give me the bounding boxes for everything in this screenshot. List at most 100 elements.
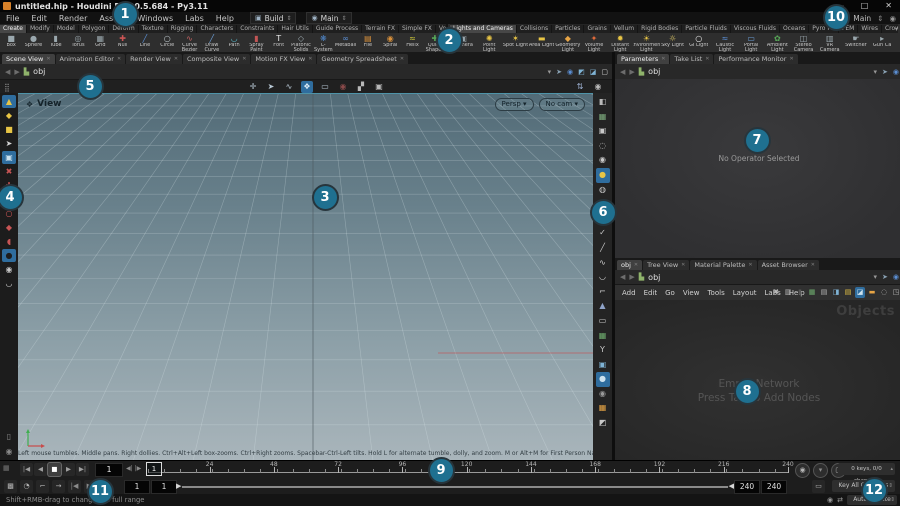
key-all-spinner-icon[interactable]: ⇕ bbox=[888, 480, 893, 492]
shelf-tool-ambient-light[interactable]: ✿ Ambient Light bbox=[764, 34, 790, 52]
network-path[interactable]: obj bbox=[648, 273, 660, 282]
timeline-ruler[interactable]: 1 24 48 72 96 120 144 168 192 216 240 bbox=[146, 461, 794, 477]
shelf-tab-create[interactable]: Create bbox=[0, 25, 27, 33]
shelf-tool-gun-ca[interactable]: ▸ Gun Ca bbox=[869, 34, 895, 52]
box-tool-icon[interactable]: ■ bbox=[2, 123, 16, 136]
shelf-tool-vr-camera[interactable]: ▥ VR Camera bbox=[817, 34, 843, 52]
overview-icon[interactable]: ◳ bbox=[891, 287, 900, 298]
shelf-tool-file[interactable]: ▤ File bbox=[357, 34, 379, 52]
shelf-tab-characters[interactable]: Characters bbox=[197, 25, 238, 33]
close-icon[interactable]: ✕ bbox=[117, 54, 121, 64]
info-circle-icon[interactable]: ◉ bbox=[596, 387, 610, 402]
flipbook-icon[interactable]: ▭ bbox=[596, 314, 610, 329]
shelf-tool-geometry-light[interactable]: ◆ Geometry Light bbox=[555, 34, 581, 52]
desktop-selector[interactable]: ▣ Build ⇕ bbox=[250, 12, 297, 24]
shelf-tool-metaball[interactable]: ∞ Metaball bbox=[334, 34, 356, 52]
scene-selector[interactable]: ◉ Main ⇕ bbox=[306, 12, 352, 24]
shelf-tab-guide-process[interactable]: Guide Process bbox=[312, 25, 363, 33]
keys-status-box[interactable]: 0 keys, 0/0 channels ▴ bbox=[838, 463, 895, 484]
snapshot-icon[interactable]: ▦ bbox=[596, 110, 610, 125]
dark-panel-icon[interactable]: ▮ bbox=[795, 287, 805, 298]
close-icon[interactable]: ✕ bbox=[811, 260, 815, 270]
select-mode-icon[interactable]: ➤ bbox=[265, 81, 277, 93]
playbar-zoom-menu-icon[interactable]: ▾ bbox=[813, 463, 828, 478]
forward-icon[interactable]: ▶ bbox=[629, 68, 634, 76]
show-handles-icon[interactable]: ✛ bbox=[247, 81, 259, 93]
jump-operator-icon[interactable]: ➤ bbox=[556, 68, 562, 76]
hand-tool-icon[interactable]: ◡ bbox=[2, 277, 16, 290]
global-range-start-field[interactable]: 1 bbox=[124, 480, 150, 494]
path-dropdown-icon[interactable]: ▾ bbox=[548, 68, 552, 76]
refresh-icon[interactable]: ⇄ bbox=[837, 496, 843, 504]
shelf-tab-collisions[interactable]: Collisions bbox=[516, 25, 553, 33]
menu-file[interactable]: File bbox=[0, 14, 25, 23]
pane-handle-icon[interactable]: ⣿ bbox=[0, 83, 14, 92]
viewport-settings-icon[interactable]: ◉ bbox=[2, 445, 16, 458]
link-node-icon[interactable]: ◩ bbox=[578, 68, 585, 76]
pane-tab-obj[interactable]: obj ✕ bbox=[617, 260, 643, 270]
shelf-tab-modify[interactable]: Modify bbox=[26, 25, 54, 33]
shelf-tool-environment-light[interactable]: ☀ Environment Light bbox=[633, 34, 659, 52]
anim-options-clock-icon[interactable]: ◔ bbox=[20, 480, 33, 493]
shelf-tool-caustic-light[interactable]: ≈ Caustic Light bbox=[712, 34, 738, 52]
maximize-button[interactable]: □ bbox=[861, 1, 869, 10]
grid-snap-icon[interactable]: ▦ bbox=[807, 287, 817, 298]
forward-icon[interactable]: ▶ bbox=[14, 68, 19, 76]
desktop-spin-icon[interactable]: ⇕ bbox=[877, 14, 883, 23]
shelf-tool-portal-light[interactable]: ▭ Portal Light bbox=[738, 34, 764, 52]
shelf-tool-platonic-solids[interactable]: ◇ Platonic Solids bbox=[290, 34, 312, 52]
cone-display-icon[interactable]: ▲ bbox=[596, 299, 610, 314]
back-icon[interactable]: ◀ bbox=[5, 68, 10, 76]
shelf-tool-draw-curve[interactable]: ╱ Draw Curve bbox=[201, 34, 223, 52]
shelf-tab-viscous-fluids[interactable]: Viscous Fluids bbox=[730, 25, 780, 33]
close-icon[interactable]: ✕ bbox=[308, 54, 312, 64]
shelf-tool-circle[interactable]: ○ Circle bbox=[156, 34, 178, 52]
follow-playhead-icon[interactable]: → bbox=[52, 480, 65, 493]
menu-help[interactable]: Help bbox=[210, 14, 240, 23]
magnet-tool-icon[interactable]: ◖ bbox=[2, 235, 16, 248]
lock-handle-icon[interactable]: ▣ bbox=[2, 151, 16, 164]
network-menu-edit[interactable]: Edit bbox=[640, 289, 662, 297]
pin-network-icon[interactable]: ➤ bbox=[882, 273, 888, 281]
back-icon[interactable]: ◀ bbox=[620, 68, 625, 76]
draw-mode-icon[interactable]: ╱ bbox=[596, 241, 610, 256]
close-icon[interactable]: ✕ bbox=[748, 260, 752, 270]
cook-mode-icon[interactable]: ◉ bbox=[827, 496, 833, 504]
shelf-tab-hair-utils[interactable]: Hair Utils bbox=[278, 25, 313, 33]
shelf-tool-stereo-camera[interactable]: ◫ Stereo Camera bbox=[790, 34, 816, 52]
playback-range-slider[interactable]: ▶ ◀ bbox=[176, 482, 734, 490]
playbar-panel-icon[interactable]: ▩ bbox=[4, 480, 17, 493]
auto-update-spinner-icon[interactable]: ⇕ bbox=[890, 495, 895, 505]
viewport-help-icon[interactable]: ◉ bbox=[592, 81, 604, 93]
stop-button[interactable]: ■ bbox=[48, 463, 61, 476]
range-slider-left-handle[interactable]: ▶ bbox=[176, 482, 181, 490]
desktop-selector-spinner[interactable]: ⇕ bbox=[286, 15, 291, 22]
lock-view-icon[interactable]: ▣ bbox=[596, 124, 610, 139]
close-icon[interactable]: ✕ bbox=[705, 54, 709, 64]
shelf-tab-rigid-bodies[interactable]: Rigid Bodies bbox=[638, 25, 683, 33]
play-button[interactable]: ▶ bbox=[62, 463, 75, 476]
shelf-tool-helix[interactable]: ≈ Helix bbox=[401, 34, 423, 52]
shelf-tool-line[interactable]: ╱ Line bbox=[134, 34, 156, 52]
machine-icon[interactable]: ▣ bbox=[596, 358, 610, 373]
playback-range-end-field[interactable]: 240 bbox=[734, 480, 760, 494]
pane-tab-scene-view[interactable]: Scene View ✕ bbox=[2, 54, 55, 64]
world-icon[interactable]: ◉ bbox=[567, 68, 573, 76]
shelf-tool-point-light[interactable]: ✺ Point Light bbox=[476, 34, 502, 52]
remove-key-icon[interactable]: ▭ bbox=[812, 480, 825, 493]
back-icon[interactable]: ◀ bbox=[620, 273, 625, 281]
range-start-button[interactable]: |◀ bbox=[68, 480, 81, 493]
search-icon[interactable]: ◌ bbox=[879, 287, 889, 298]
network-tools-icon[interactable]: ✖ bbox=[771, 287, 781, 298]
shelf-tool-grid[interactable]: ▦ Grid bbox=[89, 34, 111, 52]
subframe-bracket-icon[interactable]: ⌐ bbox=[36, 480, 49, 493]
color-palette-icon[interactable]: ▦ bbox=[596, 401, 610, 416]
shelf-tab-terrain-fx[interactable]: Terrain FX bbox=[362, 25, 399, 33]
shelf-tab-particle-fluids[interactable]: Particle Fluids bbox=[682, 25, 731, 33]
lighting-mode-icon[interactable]: ● bbox=[595, 167, 610, 183]
params-path[interactable]: obj bbox=[648, 67, 660, 76]
shelf-tab-polygon[interactable]: Polygon bbox=[78, 25, 110, 33]
pane-tab-geometry-spreadsheet[interactable]: Geometry Spreadsheet ✕ bbox=[317, 54, 409, 64]
close-icon[interactable]: ✕ bbox=[174, 54, 178, 64]
pane-tab-animation-editor[interactable]: Animation Editor ✕ bbox=[55, 54, 126, 64]
